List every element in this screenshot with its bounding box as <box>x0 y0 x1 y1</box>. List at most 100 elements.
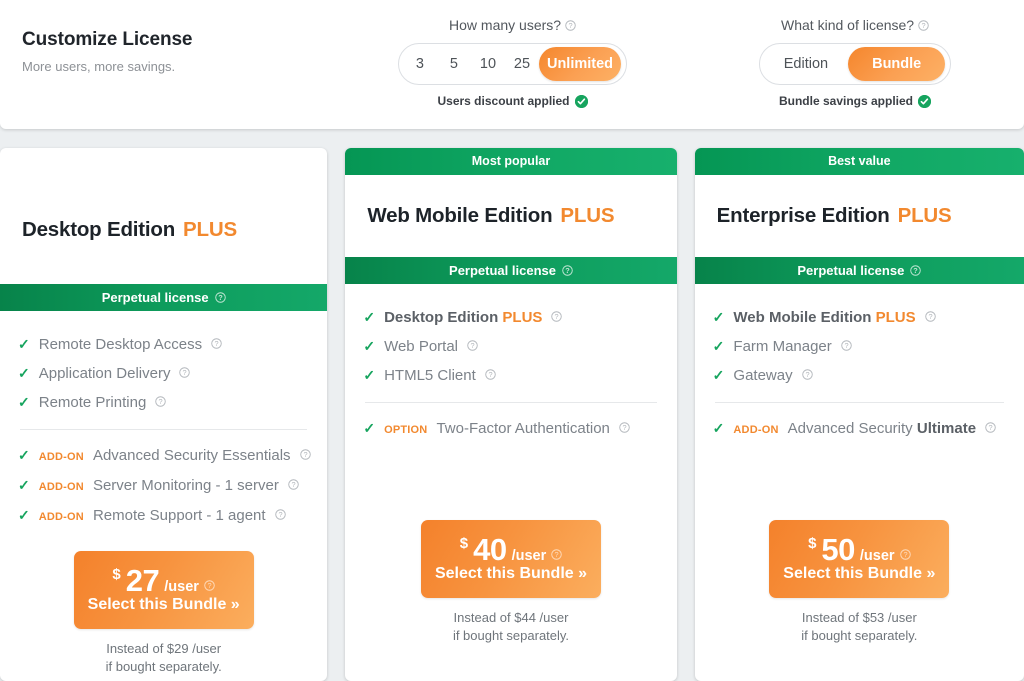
pricing-card-desktop-edition: Desktop Edition PLUS Perpetual license ?… <box>0 148 327 681</box>
svg-text:?: ? <box>278 510 282 519</box>
addon-label: Advanced Security Essentials <box>93 442 291 470</box>
question-circle-icon[interactable]: ? <box>179 367 190 378</box>
svg-text:?: ? <box>565 266 570 275</box>
feature-item: ✓ Remote Printing ? <box>18 388 309 417</box>
question-circle-icon[interactable]: ? <box>910 265 921 276</box>
feature-label: Application Delivery <box>39 360 171 388</box>
question-circle-icon[interactable]: ? <box>275 509 286 520</box>
svg-text:?: ? <box>159 397 163 406</box>
check-icon: ✓ <box>18 359 30 387</box>
question-circle-icon[interactable]: ? <box>841 340 852 351</box>
check-circle-icon <box>575 95 588 108</box>
question-circle-icon[interactable]: ? <box>802 369 813 380</box>
instead-of-note: Instead of $44 /user if bought separatel… <box>383 609 638 645</box>
question-circle-icon[interactable]: ? <box>300 449 311 460</box>
card-title-main: Web Mobile Edition <box>367 204 552 228</box>
feature-item: ✓ Web Portal ? <box>363 332 658 361</box>
price-block: $ 27 /user ? Select this Bundle » Instea… <box>18 551 309 676</box>
select-bundle-button[interactable]: $ 40 /user ? Select this Bundle » <box>421 520 601 598</box>
svg-text:?: ? <box>215 339 219 348</box>
question-circle-icon[interactable]: ? <box>204 580 215 591</box>
check-icon: ✓ <box>713 332 725 360</box>
license-kind-group: What kind of license? ? Edition Bundle B… <box>690 0 1020 108</box>
question-circle-icon[interactable]: ? <box>985 422 996 433</box>
question-circle-icon[interactable]: ? <box>551 311 562 322</box>
question-circle-icon[interactable]: ? <box>551 549 562 560</box>
svg-text:?: ? <box>903 550 907 559</box>
addon-tag: ADD-ON <box>39 473 84 501</box>
select-bundle-button[interactable]: $ 50 /user ? Select this Bundle » <box>769 520 949 598</box>
users-option-10[interactable]: 10 <box>471 47 505 81</box>
users-option-5[interactable]: 5 <box>437 47 471 81</box>
license-kind-toggle[interactable]: Edition Bundle <box>759 43 951 85</box>
feature-divider <box>365 402 656 403</box>
question-circle-icon[interactable]: ? <box>485 369 496 380</box>
feature-label: Remote Desktop Access <box>39 331 202 359</box>
question-circle-icon[interactable]: ? <box>619 422 630 433</box>
check-icon: ✓ <box>363 332 375 360</box>
question-circle-icon[interactable]: ? <box>288 479 299 490</box>
svg-text:?: ? <box>183 368 187 377</box>
feature-label: HTML5 Client <box>384 362 476 390</box>
check-icon: ✓ <box>713 361 725 389</box>
check-icon: ✓ <box>713 303 725 331</box>
svg-text:?: ? <box>805 370 809 379</box>
question-circle-icon[interactable]: ? <box>155 396 166 407</box>
feature-label: Farm Manager <box>733 333 831 361</box>
addon-tag: ADD-ON <box>39 503 84 531</box>
addon-label: Server Monitoring - 1 server <box>93 472 279 500</box>
svg-text:?: ? <box>555 312 559 321</box>
customize-license-panel: Customize License More users, more savin… <box>0 0 1024 129</box>
instead-of-note: Instead of $29 /user if bought separatel… <box>38 640 289 676</box>
feature-divider <box>715 402 1004 403</box>
price-block: $ 50 /user ? Select this Bundle » Instea… <box>713 520 1006 645</box>
price-unit: /user <box>164 580 199 595</box>
addon-label: Remote Support - 1 agent <box>93 502 266 530</box>
feature-item: ✓ Remote Desktop Access ? <box>18 330 309 359</box>
users-discount-status: Users discount applied <box>335 94 690 108</box>
addon-item: ✓ ADD-ON Remote Support - 1 agent ? <box>18 501 309 531</box>
question-circle-icon[interactable]: ? <box>900 549 911 560</box>
card-title: Desktop Edition PLUS <box>0 175 327 284</box>
currency-symbol: $ <box>112 567 120 582</box>
svg-text:?: ? <box>568 21 572 30</box>
question-circle-icon[interactable]: ? <box>467 340 478 351</box>
addon-tag: ADD-ON <box>39 443 84 471</box>
license-type-bar: Perpetual license ? <box>0 284 327 311</box>
pricing-card-list: Desktop Edition PLUS Perpetual license ?… <box>0 148 1024 681</box>
svg-text:?: ? <box>303 450 307 459</box>
card-title: Web Mobile Edition PLUS <box>345 175 676 257</box>
question-circle-icon[interactable]: ? <box>215 292 226 303</box>
select-bundle-button[interactable]: $ 27 /user ? Select this Bundle » <box>74 551 254 629</box>
license-type-bar: Perpetual license ? <box>345 257 676 284</box>
card-ribbon <box>0 148 327 175</box>
svg-text:?: ? <box>207 581 211 590</box>
license-type-label: Perpetual license <box>797 257 904 284</box>
license-type-bar: Perpetual license ? <box>695 257 1024 284</box>
price-unit: /user <box>512 549 547 564</box>
feature-item: ✓ Gateway ? <box>713 361 1006 390</box>
svg-text:?: ? <box>488 370 492 379</box>
license-type-label: Perpetual license <box>102 284 209 311</box>
pricing-card-enterprise-edition: Best value Enterprise Edition PLUS Perpe… <box>695 148 1024 681</box>
question-circle-icon[interactable]: ? <box>211 338 222 349</box>
license-option-edition[interactable]: Edition <box>764 47 848 81</box>
instead-of-line1: Instead of $29 /user <box>38 640 289 658</box>
users-option-unlimited[interactable]: Unlimited <box>539 47 621 81</box>
users-option-25[interactable]: 25 <box>505 47 539 81</box>
check-icon: ✓ <box>363 414 375 442</box>
users-question: How many users? ? <box>335 16 690 34</box>
question-circle-icon[interactable]: ? <box>918 20 929 31</box>
price-row: $ 27 /user ? <box>74 565 254 596</box>
select-bundle-label: Select this Bundle » <box>435 565 587 582</box>
question-circle-icon[interactable]: ? <box>925 311 936 322</box>
instead-of-line2: if bought separately. <box>38 658 289 676</box>
users-option-3[interactable]: 3 <box>403 47 437 81</box>
users-count-toggle[interactable]: 3 5 10 25 Unlimited <box>398 43 627 85</box>
question-circle-icon[interactable]: ? <box>565 20 576 31</box>
instead-of-line2: if bought separately. <box>383 627 638 645</box>
license-option-bundle[interactable]: Bundle <box>848 47 945 81</box>
price-amount: 50 <box>821 534 854 565</box>
question-circle-icon[interactable]: ? <box>562 265 573 276</box>
page-subtitle: More users, more savings. <box>22 59 335 75</box>
